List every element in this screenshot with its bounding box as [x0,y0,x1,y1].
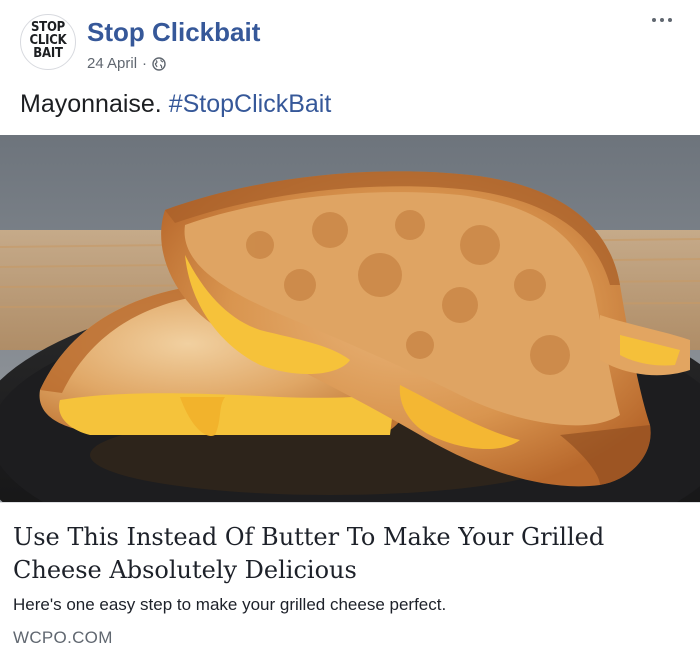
link-preview-card[interactable]: Use This Instead Of Butter To Make Your … [0,502,700,656]
link-preview-image[interactable] [0,135,700,502]
facebook-post: STOP CLICK BAIT Stop Clickbait 24 April … [0,0,700,656]
grilled-cheese-image [0,135,700,502]
meta-separator: · [142,55,148,72]
link-description: Here's one easy step to make your grille… [13,595,447,614]
post-header: STOP CLICK BAIT Stop Clickbait 24 April … [0,0,700,80]
page-avatar[interactable]: STOP CLICK BAIT [20,14,76,70]
page-name-link[interactable]: Stop Clickbait [87,17,260,48]
avatar-line: BAIT [33,46,63,61]
post-meta: 24 April · [87,55,166,72]
hashtag-link[interactable]: #StopClickBait [169,90,332,118]
more-options-icon[interactable] [648,10,676,30]
globe-icon[interactable] [152,56,166,71]
link-domain: WCPO.COM [13,628,113,647]
avatar-logo-text: STOP CLICK BAIT [21,21,75,60]
post-date[interactable]: 24 April [87,55,137,72]
post-message: Mayonnaise. #StopClickBait [20,90,331,119]
post-message-text: Mayonnaise. [20,90,162,118]
link-title[interactable]: Use This Instead Of Butter To Make Your … [13,521,693,587]
